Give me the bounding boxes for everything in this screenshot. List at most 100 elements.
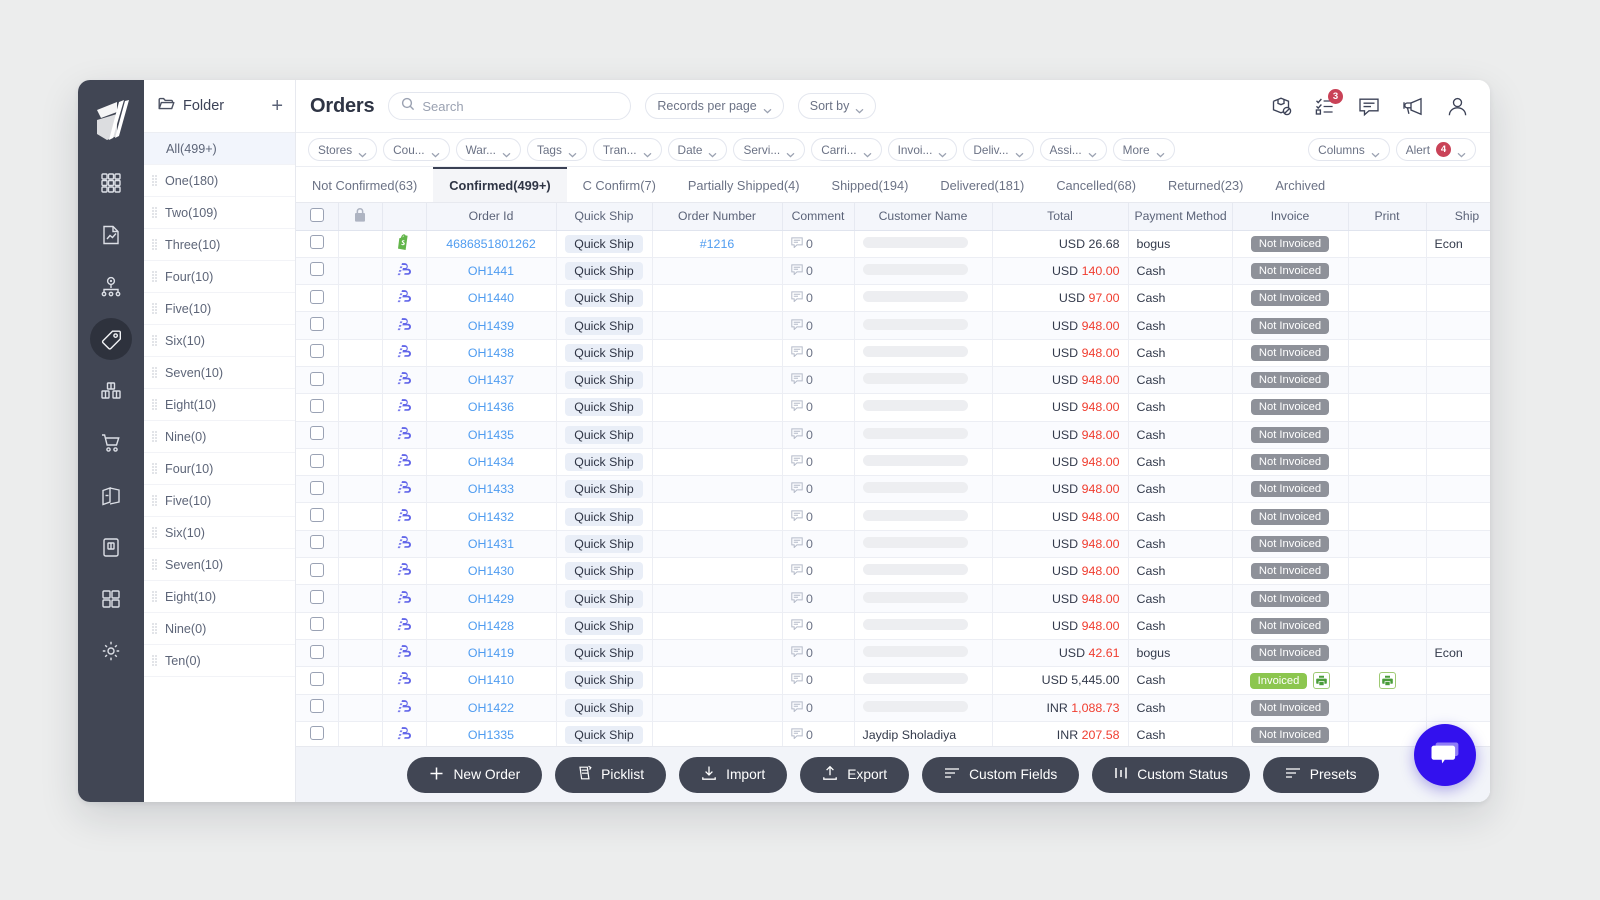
comment-cell[interactable]: 0 (782, 393, 855, 422)
print-cell[interactable] (1348, 612, 1427, 640)
quick-ship-cell[interactable]: Quick Ship (556, 530, 653, 559)
print-cell[interactable] (1348, 311, 1427, 340)
order-id-cell[interactable]: OH1436 (426, 393, 557, 422)
tab-returned[interactable]: Returned(23) (1152, 167, 1259, 202)
quick-ship-button[interactable]: Quick Ship (565, 562, 643, 581)
order-number-cell[interactable] (652, 339, 783, 367)
folder-item[interactable]: Seven(10) (144, 549, 295, 581)
comment-cell[interactable]: 0 (782, 612, 855, 640)
table-row[interactable]: OH1430 Quick Ship 0 USD 948.00 Cash Not Invo… (296, 557, 1490, 586)
print-cell[interactable] (1348, 421, 1427, 449)
rail-item-dashboard[interactable] (90, 162, 132, 204)
filter-chip-tran[interactable]: Tran... (592, 138, 662, 161)
row-select-cell[interactable] (296, 694, 339, 722)
tab-shipped[interactable]: Shipped(194) (816, 167, 925, 202)
quick-ship-cell[interactable]: Quick Ship (556, 502, 653, 531)
row-select-cell[interactable] (296, 475, 339, 504)
comment-cell[interactable]: 0 (782, 557, 855, 586)
print-cell[interactable] (1348, 284, 1427, 313)
print-cell[interactable] (1348, 530, 1427, 559)
invoice-status-badge[interactable]: Not Invoiced (1250, 535, 1330, 552)
folder-item[interactable]: Five(10) (144, 293, 295, 325)
drag-handle-icon[interactable] (152, 430, 159, 443)
table-row[interactable]: OH1429 Quick Ship 0 USD 948.00 Cash Not Invo… (296, 584, 1490, 613)
folder-item[interactable]: Six(10) (144, 517, 295, 549)
table-row[interactable]: OH1410 Quick Ship 0 USD 5,445.00 Cash Invoic… (296, 666, 1490, 695)
comment-cell[interactable]: 0 (782, 257, 855, 286)
comment-icon[interactable] (1354, 91, 1384, 121)
quick-ship-button[interactable]: Quick Ship (565, 480, 643, 499)
order-id-link[interactable]: OH1436 (468, 400, 514, 414)
filter-chip-more[interactable]: More (1112, 138, 1175, 161)
filter-chip-date[interactable]: Date (667, 138, 728, 161)
order-id-cell[interactable]: OH1428 (426, 612, 557, 640)
row-select-cell[interactable] (296, 612, 339, 640)
rail-item-inventory[interactable] (90, 370, 132, 412)
row-select-cell[interactable] (296, 502, 339, 531)
drag-handle-icon[interactable] (152, 366, 159, 379)
row-checkbox[interactable] (309, 289, 324, 304)
row-checkbox[interactable] (309, 671, 324, 686)
print-cell[interactable] (1348, 230, 1427, 258)
rail-item-apps[interactable] (90, 578, 132, 620)
folder-item-all[interactable]: All(499+) (144, 133, 295, 165)
order-number-cell[interactable] (652, 311, 783, 340)
quick-ship-cell[interactable]: Quick Ship (556, 666, 653, 695)
filter-chip-tags[interactable]: Tags (526, 138, 587, 161)
order-number-cell[interactable] (652, 502, 783, 531)
drag-handle-icon[interactable] (152, 174, 159, 187)
order-id-link[interactable]: OH1431 (468, 537, 514, 551)
column-header-paymentmethod[interactable]: Payment Method (1128, 203, 1233, 231)
row-select-cell[interactable] (296, 530, 339, 559)
order-number-cell[interactable] (652, 257, 783, 286)
table-row[interactable]: OH1432 Quick Ship 0 USD 948.00 Cash Not Invo… (296, 502, 1490, 531)
order-id-cell[interactable]: 4686851801262 (426, 230, 557, 258)
quick-ship-button[interactable]: Quick Ship (565, 371, 643, 390)
rail-item-cart[interactable] (90, 422, 132, 464)
invoice-status-badge[interactable]: Not Invoiced (1250, 290, 1330, 307)
filter-chip-war[interactable]: War... (455, 138, 521, 161)
print-cell[interactable] (1348, 448, 1427, 477)
order-id-link[interactable]: 4686851801262 (446, 237, 536, 251)
order-number-cell[interactable] (652, 475, 783, 504)
orders-table-scroll[interactable]: Order Id Quick Ship Order Number Comment Cus… (296, 203, 1490, 802)
comment-cell[interactable]: 0 (782, 339, 855, 367)
quick-ship-cell[interactable]: Quick Ship (556, 475, 653, 504)
invoice-cell[interactable]: Not Invoiced (1232, 584, 1349, 613)
row-select-cell[interactable] (296, 448, 339, 477)
alert-button[interactable]: Alert 4 (1395, 138, 1476, 161)
order-id-link[interactable]: OH1422 (468, 701, 514, 715)
print-cell[interactable] (1348, 557, 1427, 586)
invoice-status-badge[interactable]: Not Invoiced (1250, 235, 1330, 252)
row-select-cell[interactable] (296, 557, 339, 586)
comment-cell[interactable]: 0 (782, 639, 855, 668)
quick-ship-button[interactable]: Quick Ship (565, 234, 643, 253)
filter-chip-stores[interactable]: Stores (308, 138, 378, 161)
print-cell[interactable] (1348, 257, 1427, 286)
order-number-link[interactable]: #1216 (700, 237, 734, 251)
row-select-cell[interactable] (296, 257, 339, 286)
quick-ship-cell[interactable]: Quick Ship (556, 311, 653, 340)
presets-button[interactable]: Presets (1262, 756, 1379, 793)
folder-item[interactable]: Five(10) (144, 485, 295, 517)
invoice-cell[interactable]: Not Invoiced (1232, 339, 1349, 367)
row-checkbox[interactable] (309, 535, 324, 550)
comment-cell[interactable]: 0 (782, 311, 855, 340)
order-number-cell[interactable] (652, 639, 783, 668)
quick-ship-cell[interactable]: Quick Ship (556, 557, 653, 586)
table-row[interactable]: OH1335 Quick Ship 0 Jaydip Sholadiya INR 20… (296, 721, 1490, 750)
quick-ship-cell[interactable]: Quick Ship (556, 230, 653, 258)
table-row[interactable]: OH1441 Quick Ship 0 USD 140.00 Cash Not Invo… (296, 257, 1490, 286)
row-select-cell[interactable] (296, 639, 339, 668)
table-row[interactable]: OH1422 Quick Ship 0 INR 1,088.73 Cash Not In… (296, 694, 1490, 722)
tab-cconfirm[interactable]: C Confirm(7) (567, 167, 672, 202)
row-select-cell[interactable] (296, 584, 339, 613)
order-id-cell[interactable]: OH1439 (426, 311, 557, 340)
comment-cell[interactable]: 0 (782, 694, 855, 722)
comment-cell[interactable]: 0 (782, 421, 855, 449)
invoice-cell[interactable]: Not Invoiced (1232, 230, 1349, 258)
filter-chip-carri[interactable]: Carri... (811, 138, 882, 161)
quick-ship-cell[interactable]: Quick Ship (556, 584, 653, 613)
quick-ship-cell[interactable]: Quick Ship (556, 257, 653, 286)
invoice-cell[interactable]: Invoiced (1232, 666, 1349, 695)
